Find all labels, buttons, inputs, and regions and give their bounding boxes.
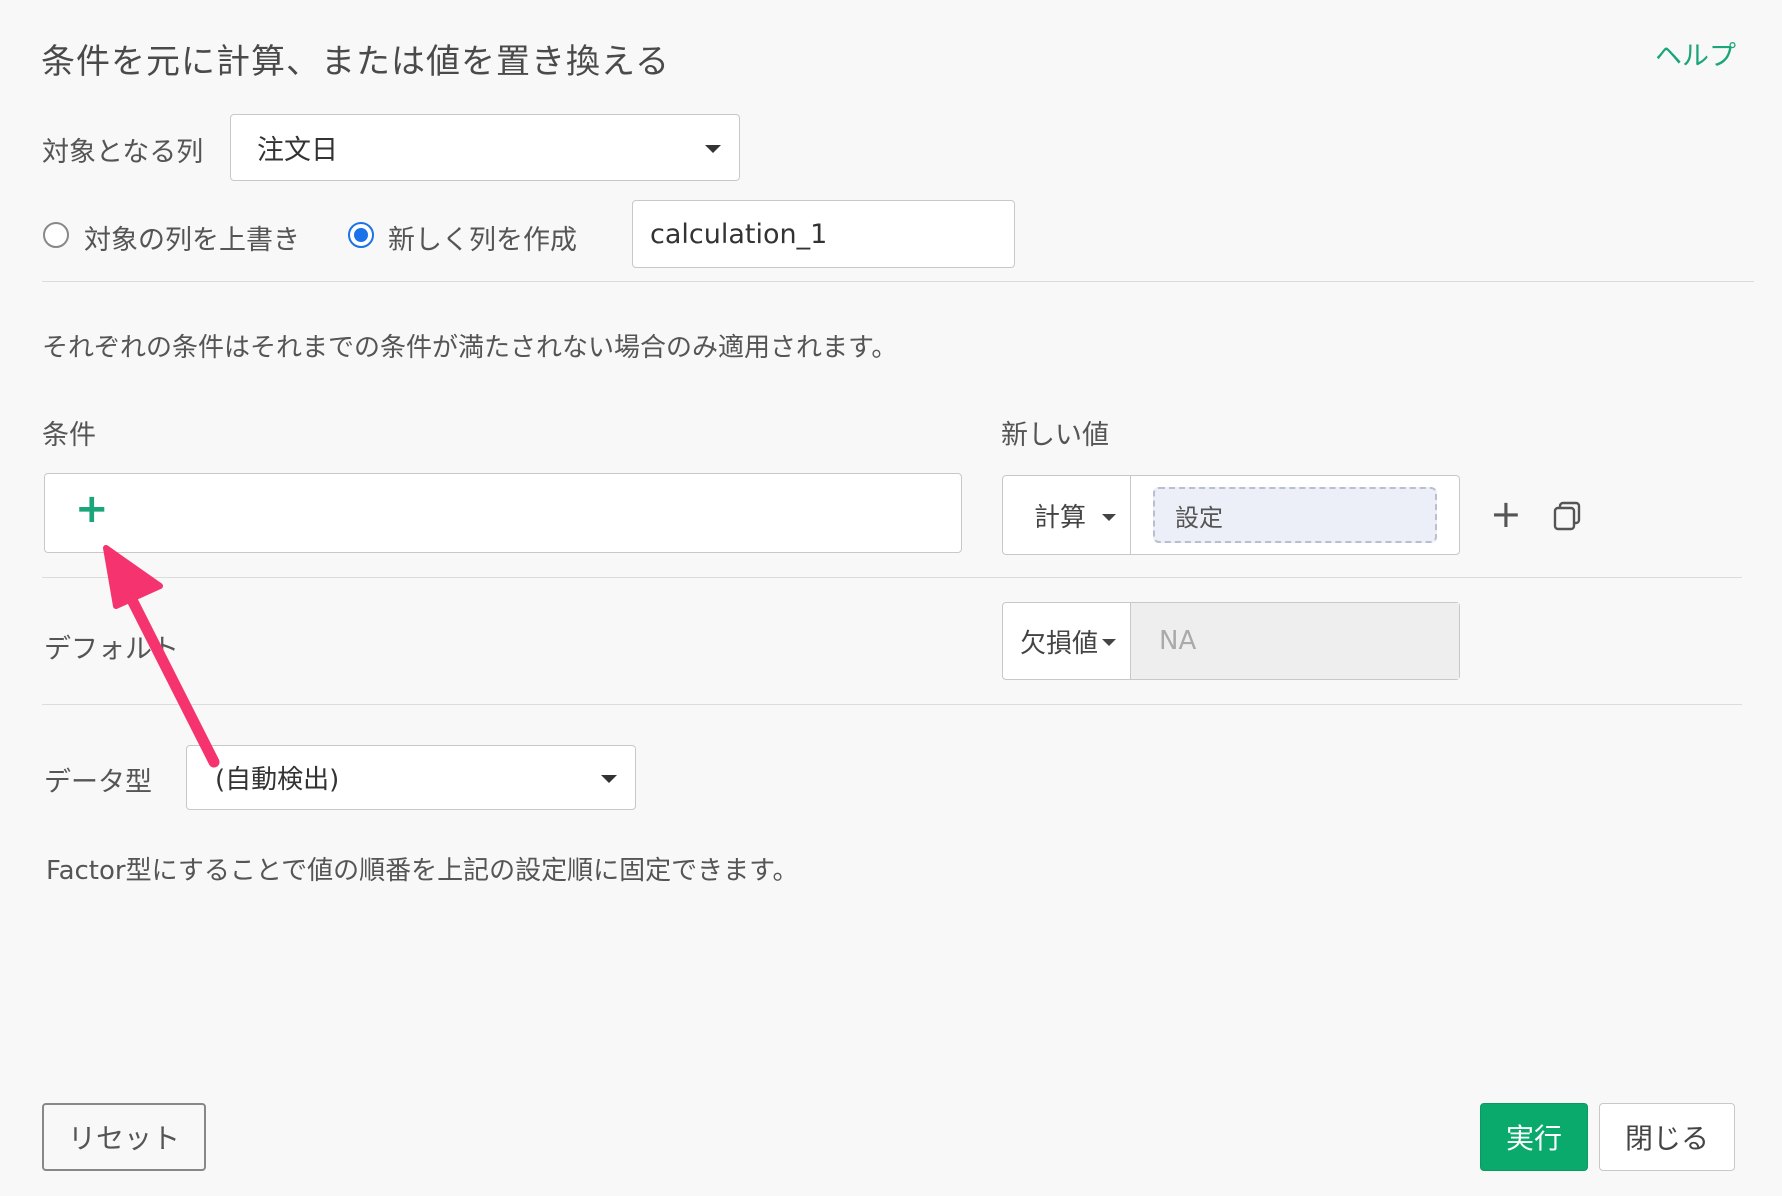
- add-condition-icon[interactable]: +: [75, 486, 109, 532]
- target-column-label: 対象となる列: [42, 137, 204, 168]
- chevron-down-icon: [1102, 639, 1116, 646]
- value-setting-button[interactable]: 設定: [1153, 487, 1437, 543]
- default-value-group: 欠損値 NA: [1002, 602, 1460, 680]
- new-column-radio[interactable]: [348, 222, 374, 252]
- condition-note: それぞれの条件はそれまでの条件が満たされない場合のみ適用されます。: [42, 333, 898, 363]
- factor-note: Factor型にすることで値の順番を上記の設定順に固定できます。: [46, 856, 799, 886]
- new-column-name-input[interactable]: calculation_1: [632, 200, 1015, 268]
- new-column-radio-label[interactable]: 新しく列を作成: [388, 218, 577, 257]
- new-value-header: 新しい値: [1001, 420, 1109, 451]
- target-column-select[interactable]: 注文日: [230, 114, 740, 181]
- close-button[interactable]: 閉じる: [1599, 1103, 1735, 1171]
- divider: [42, 281, 1754, 282]
- reset-button[interactable]: リセット: [42, 1103, 206, 1171]
- divider: [42, 704, 1742, 705]
- copy-icon[interactable]: [1553, 501, 1581, 535]
- run-button[interactable]: 実行: [1480, 1103, 1588, 1171]
- default-value-input[interactable]: NA: [1131, 603, 1459, 679]
- chevron-down-icon: [1102, 514, 1116, 521]
- data-type-select[interactable]: (自動検出): [186, 745, 636, 810]
- value-type-label: 計算: [1034, 502, 1087, 533]
- annotation-arrow-icon: [103, 545, 220, 768]
- divider: [42, 577, 1742, 578]
- default-type-select[interactable]: 欠損値: [1003, 603, 1131, 679]
- default-type-label: 欠損値: [1020, 628, 1099, 659]
- add-row-icon[interactable]: +: [1490, 492, 1522, 536]
- chevron-down-icon: [705, 144, 721, 153]
- target-column-value: 注文日: [257, 135, 338, 166]
- value-type-select[interactable]: 計算: [1003, 476, 1131, 554]
- overwrite-radio[interactable]: [43, 222, 69, 252]
- help-link[interactable]: ヘルプ: [1655, 34, 1736, 73]
- new-value-group: 計算 設定: [1002, 475, 1460, 555]
- dialog-title: 条件を元に計算、または値を置き換える: [41, 42, 670, 82]
- condition-header: 条件: [42, 420, 96, 451]
- chevron-down-icon: [601, 774, 617, 783]
- overwrite-radio-label[interactable]: 対象の列を上書き: [84, 218, 300, 257]
